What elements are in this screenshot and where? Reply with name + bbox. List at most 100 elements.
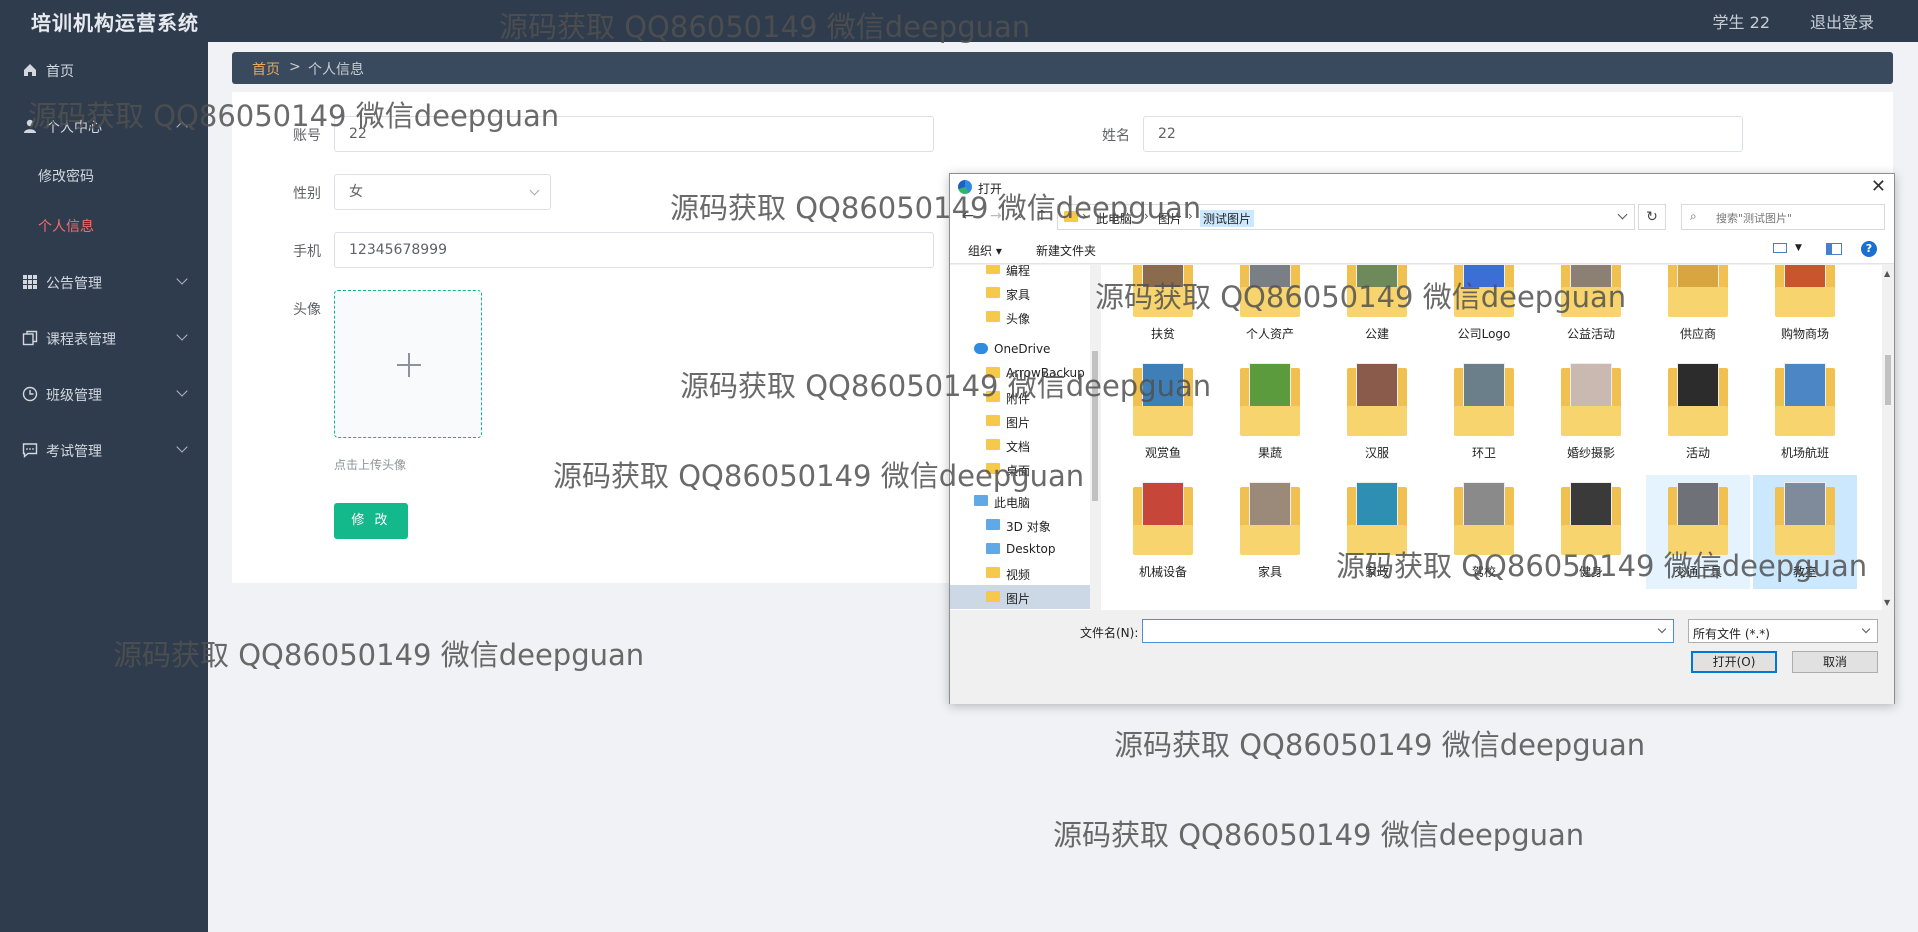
folder-icon: [1240, 265, 1300, 317]
filetype-select[interactable]: 所有文件 (*.*): [1688, 619, 1878, 643]
tree-item[interactable]: 桌面: [950, 457, 1090, 481]
chevron-down-icon[interactable]: ▼: [1795, 243, 1802, 253]
chevron-up-icon: [176, 121, 188, 133]
sidebar-item-personal-center[interactable]: 个人中心: [0, 106, 208, 146]
gender-select[interactable]: 女: [334, 174, 551, 210]
folder-item[interactable]: 扶贫: [1111, 265, 1215, 351]
tree-item[interactable]: 家具: [950, 281, 1090, 305]
filename-input[interactable]: [1142, 619, 1674, 643]
view-icon[interactable]: [1773, 243, 1787, 253]
sidebar-item-schedule[interactable]: 课程表管理: [0, 318, 208, 358]
tree-scrollbar[interactable]: [1090, 265, 1100, 610]
scrollbar-thumb[interactable]: [1092, 351, 1098, 501]
folder-icon: [986, 543, 1000, 554]
chevron-down-icon: [529, 185, 540, 196]
address-bar[interactable]: › 此电脑 › 图片 › 测试图片: [1057, 204, 1635, 230]
scroll-down-icon[interactable]: ▼: [1884, 598, 1890, 607]
chevron-down-icon[interactable]: [1617, 209, 1628, 220]
crumb-separator: ›: [1188, 209, 1193, 223]
help-icon[interactable]: ?: [1861, 241, 1877, 257]
sidebar: 首页 个人中心 修改密码 个人信息 公告管理 课程表管理 班级管理 考试管理: [0, 42, 208, 932]
folder-item[interactable]: 果蔬: [1218, 356, 1322, 470]
tree-item[interactable]: 此电脑: [950, 489, 1090, 513]
tree-item[interactable]: 头像: [950, 305, 1090, 329]
file-list-scrollbar[interactable]: ▲ ▼: [1882, 265, 1894, 610]
tree-item[interactable]: Desktop: [950, 537, 1090, 561]
phone-field[interactable]: 12345678999: [334, 232, 934, 268]
organize-menu[interactable]: 组织 ▾: [968, 242, 1002, 259]
tree-item[interactable]: 文档: [950, 433, 1090, 457]
folder-name: 家政: [1364, 565, 1389, 579]
folder-name: 活动: [1685, 446, 1710, 460]
new-folder-button[interactable]: 新建文件夹: [1036, 242, 1096, 259]
folder-item[interactable]: 机场航班: [1753, 356, 1857, 470]
open-button[interactable]: 打开(O): [1691, 651, 1777, 673]
account-field[interactable]: 22: [334, 116, 934, 152]
refresh-button[interactable]: ↻: [1638, 204, 1666, 230]
name-field[interactable]: 22: [1143, 116, 1743, 152]
folder-item[interactable]: 公益活动: [1539, 265, 1643, 351]
app-title: 培训机构运营系统: [31, 11, 199, 35]
modify-button[interactable]: 修 改: [334, 503, 408, 539]
folder-name: 购物商场: [1780, 327, 1829, 341]
sidebar-sub-change-password[interactable]: 修改密码: [0, 156, 208, 192]
chevron-down-icon: [176, 329, 188, 341]
avatar-label: 头像: [293, 302, 321, 318]
crumb-pictures[interactable]: 图片: [1158, 210, 1182, 227]
up-arrow-icon[interactable]: ↑: [1036, 208, 1048, 224]
folder-item[interactable]: 交通工具: [1646, 475, 1750, 589]
file-list: 扶贫 个人资产 公建 公司Logo 公益活动 供应商 购物商场观赏鱼 果蔬 汉服 环卫 婚纱摄影 活动…: [1101, 265, 1894, 610]
folder-item[interactable]: 公建: [1325, 265, 1429, 351]
sidebar-item-home[interactable]: 首页: [0, 50, 208, 90]
folder-item[interactable]: 个人资产: [1218, 265, 1322, 351]
folder-item[interactable]: 婚纱摄影: [1539, 356, 1643, 470]
folder-item[interactable]: 家政: [1325, 475, 1429, 589]
avatar-uploader[interactable]: [334, 290, 482, 438]
folder-name: 机械设备: [1138, 565, 1187, 579]
folder-item[interactable]: 活动: [1646, 356, 1750, 470]
tree-item[interactable]: 图片: [950, 409, 1090, 433]
tree-item[interactable]: 编程: [950, 265, 1090, 281]
clock-icon: [22, 386, 38, 402]
cancel-button[interactable]: 取消: [1792, 651, 1878, 673]
folder-name: 环卫: [1471, 446, 1496, 460]
folder-item[interactable]: 汉服: [1325, 356, 1429, 470]
folder-item[interactable]: 供应商: [1646, 265, 1750, 351]
tree-item[interactable]: 视频: [950, 561, 1090, 585]
filetype-value: 所有文件 (*.*): [1693, 627, 1770, 641]
crumb-test-pictures[interactable]: 测试图片: [1200, 210, 1255, 227]
search-input[interactable]: ⌕ 搜索"测试图片": [1681, 204, 1885, 230]
folder-item[interactable]: 家具: [1218, 475, 1322, 589]
folder-item[interactable]: 环卫: [1432, 356, 1536, 470]
folder-item[interactable]: 机械设备: [1111, 475, 1215, 589]
breadcrumb-home[interactable]: 首页: [252, 59, 280, 79]
tree-item[interactable]: 图片: [950, 585, 1090, 609]
back-arrow-icon[interactable]: ←: [962, 208, 974, 224]
tree-item[interactable]: ArrowBackup: [950, 361, 1090, 385]
watermark: 源码获取 QQ86050149 微信deepguan: [1053, 818, 1585, 852]
sidebar-item-announcements[interactable]: 公告管理: [0, 262, 208, 302]
scrollbar-thumb[interactable]: [1885, 355, 1891, 405]
folder-item[interactable]: 购物商场: [1753, 265, 1857, 351]
crumb-this-pc[interactable]: 此电脑: [1096, 210, 1132, 227]
chevron-down-icon[interactable]: [1657, 624, 1667, 634]
close-icon[interactable]: ✕: [1871, 176, 1886, 197]
tree-item-label: 编程: [1006, 265, 1031, 278]
folder-item[interactable]: 公司Logo: [1432, 265, 1536, 351]
scroll-up-icon[interactable]: ▲: [1884, 269, 1890, 278]
sidebar-item-class[interactable]: 班级管理: [0, 374, 208, 414]
tree-item[interactable]: 3D 对象: [950, 513, 1090, 537]
tree-item[interactable]: OneDrive: [950, 337, 1090, 361]
folder-item[interactable]: 驾校: [1432, 475, 1536, 589]
recent-locations-icon[interactable]: ⌄: [1016, 210, 1024, 221]
tree-item[interactable]: 附件: [950, 385, 1090, 409]
forward-arrow-icon[interactable]: →: [990, 208, 1002, 224]
folder-item[interactable]: 观赏鱼: [1111, 356, 1215, 470]
folder-icon: [1240, 483, 1300, 555]
folder-item[interactable]: 健身: [1539, 475, 1643, 589]
preview-pane-icon[interactable]: [1826, 243, 1842, 255]
folder-item[interactable]: 教室: [1753, 475, 1857, 589]
sidebar-item-exam[interactable]: 考试管理: [0, 430, 208, 470]
logout-button[interactable]: 退出登录: [1810, 9, 1874, 33]
sidebar-sub-personal-info[interactable]: 个人信息: [0, 206, 208, 242]
